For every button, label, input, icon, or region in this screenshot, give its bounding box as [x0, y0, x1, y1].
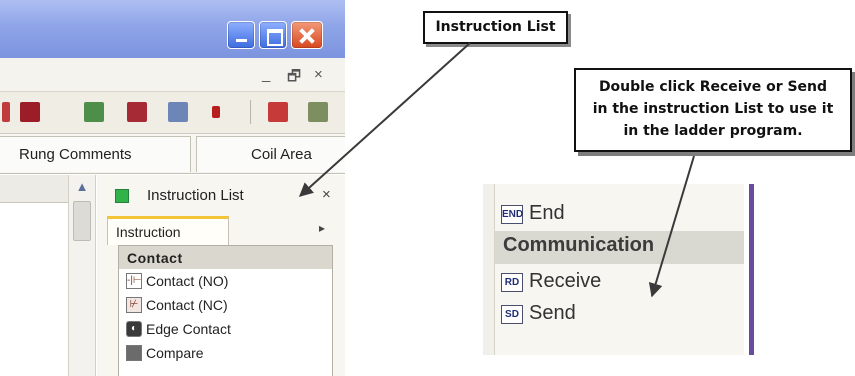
list-item-label: Receive [529, 270, 602, 292]
instruction-list-panel: Instruction List × Instruction ▸ Contact… [97, 175, 345, 376]
contact-no-icon: -|⊢ [126, 273, 142, 289]
list-item-label: End [529, 202, 565, 224]
category-label: Communication [503, 234, 655, 256]
instruction-list-title: Instruction List [147, 187, 244, 204]
toolbar-stop-icon[interactable] [212, 106, 220, 118]
toolbar-chart-tool-icon[interactable] [168, 102, 188, 122]
instruction-list: Contact -|⊢ Contact (NO) ⊬ Contact (NC) … [118, 245, 333, 376]
editor-tab-row: Rung Comments Coil Area [0, 134, 345, 174]
category-communication: Communication [495, 231, 744, 264]
zoom-left-strip [483, 184, 495, 355]
contact-nc-icon: ⊬ [126, 297, 142, 313]
mdi-control-bar: _ 🗗 × [0, 58, 345, 92]
receive-icon: RD [501, 273, 523, 292]
list-item-label: Send [529, 302, 576, 324]
software-window-crop: _ 🗗 × Rung Comments Coil Area ▲ Instruct… [0, 0, 345, 376]
category-contact: Contact [119, 246, 332, 269]
scroll-up-icon[interactable]: ▲ [73, 178, 91, 196]
instruction-tab-row: Instruction ▸ [97, 213, 345, 245]
toolbar-red-tool-2-icon[interactable] [127, 102, 147, 122]
vertical-scrollbar[interactable]: ▲ [68, 175, 96, 376]
list-item-label: Compare [146, 345, 204, 361]
callout-line: Double click Receive or Send [598, 79, 828, 95]
zoom-right-border [749, 184, 754, 355]
end-icon: END [501, 205, 523, 224]
list-item-send[interactable]: SD Send [495, 299, 744, 332]
instruction-list-header: Instruction List × [97, 183, 345, 213]
toolbar-red-tool-icon[interactable] [20, 102, 40, 122]
mdi-restore-button[interactable]: 🗗 [287, 66, 301, 91]
callout-instruction-list: Instruction List [423, 11, 568, 44]
toolbar-green-tool-icon[interactable] [84, 102, 104, 122]
editor-content: ▲ Instruction List × Instruction ▸ Conta… [0, 175, 345, 376]
list-item-contact-no[interactable]: -|⊢ Contact (NO) [119, 269, 332, 293]
edge-contact-icon: ◐ [126, 321, 142, 337]
callout-line: in the ladder program. [623, 123, 803, 139]
minimize-button[interactable] [227, 21, 255, 49]
compare-icon [126, 345, 142, 361]
list-item-contact-nc[interactable]: ⊬ Contact (NC) [119, 293, 332, 317]
list-item-label: Edge Contact [146, 321, 231, 337]
mdi-close-button[interactable]: × [314, 66, 323, 83]
list-item-label: Contact (NO) [146, 273, 229, 289]
tab-coil-area[interactable]: Coil Area [196, 136, 345, 172]
list-item-edge-contact[interactable]: ◐ Edge Contact [119, 317, 332, 341]
toolbar-warning-icon[interactable] [268, 102, 288, 122]
panel-close-icon[interactable]: × [322, 186, 331, 203]
close-button[interactable] [291, 21, 323, 49]
send-icon: SD [501, 305, 523, 324]
toolbar-tool-icon[interactable] [308, 102, 328, 122]
tab-rung-comments[interactable]: Rung Comments [0, 136, 191, 172]
list-item-end[interactable]: END End [495, 199, 744, 232]
zoomed-instruction-list-crop: END End Communication RD Receive SD Send [483, 184, 770, 355]
list-item-compare[interactable]: Compare [119, 341, 332, 365]
list-item-receive[interactable]: RD Receive [495, 267, 744, 300]
zoomed-instruction-list: END End Communication RD Receive SD Send [495, 184, 744, 355]
list-item-label: Contact (NC) [146, 297, 228, 313]
maximize-button[interactable] [259, 21, 287, 49]
toolbar-separator [250, 100, 251, 124]
ladder-editor-area[interactable] [0, 175, 68, 203]
scroll-thumb[interactable] [73, 201, 91, 241]
callout-double-click: Double click Receive or Send in the inst… [574, 68, 852, 152]
callout-line: in the instruction List to use it [592, 101, 834, 117]
panel-status-icon [115, 189, 129, 203]
toolbar-partial-icon[interactable] [2, 102, 10, 122]
tab-menu-arrow-icon[interactable]: ▸ [319, 221, 325, 235]
window-titlebar [0, 0, 345, 58]
tab-instruction[interactable]: Instruction [107, 216, 229, 245]
toolbar [0, 92, 345, 134]
mdi-minimize-button[interactable]: _ [262, 66, 270, 83]
